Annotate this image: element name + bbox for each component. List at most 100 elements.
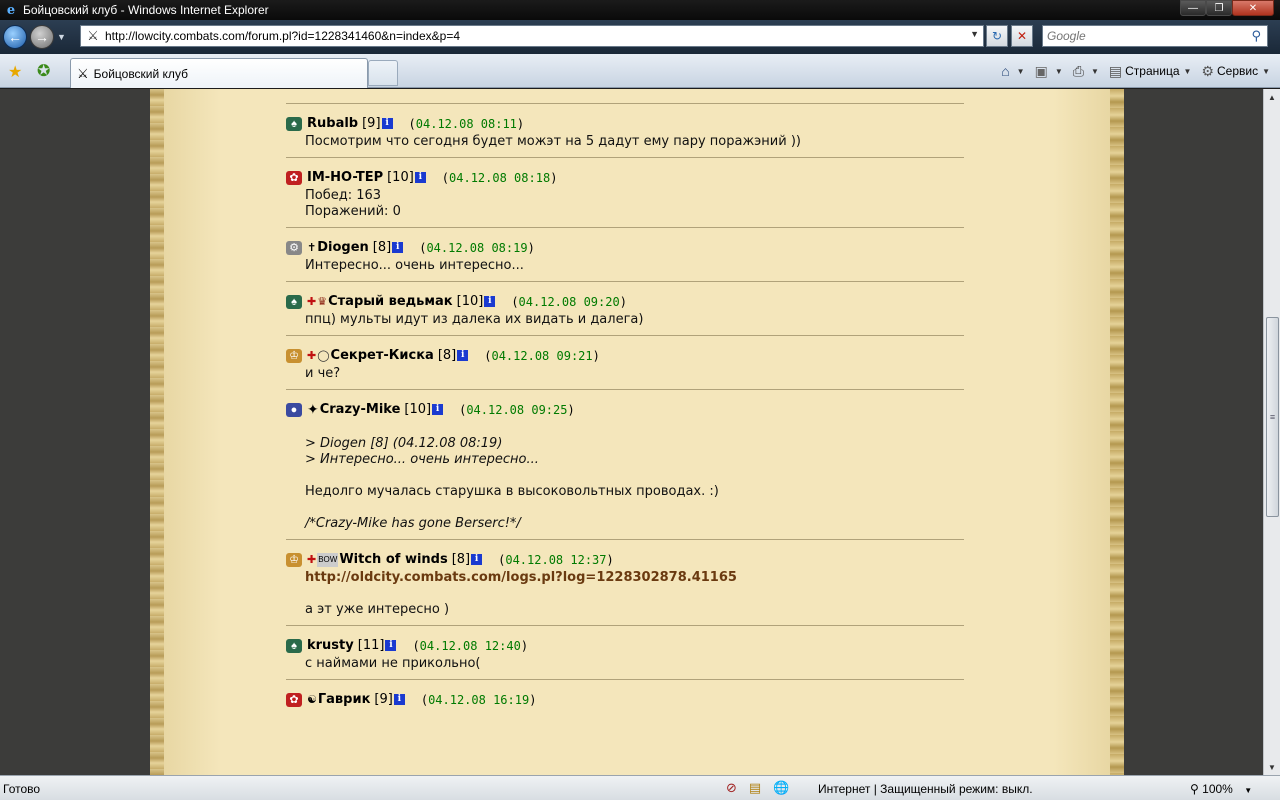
scrollbar-thumb[interactable]: ≡: [1266, 317, 1279, 517]
address-dropdown-icon[interactable]: ▼: [970, 29, 979, 39]
post-author[interactable]: Гаврик: [318, 692, 371, 707]
search-box[interactable]: ⚲: [1042, 25, 1268, 47]
forum-post: ♔ ✚ BOW Witch of winds [8] i (04.12.08 1…: [286, 539, 964, 625]
post-text: и че?: [305, 366, 341, 381]
chevron-down-icon[interactable]: ▼: [1091, 67, 1099, 76]
back-button[interactable]: ←: [3, 25, 27, 49]
page-viewport: ♠ Rubalb [9] i (04.12.08 08:11) Посмотри…: [0, 89, 1263, 775]
search-icon[interactable]: ⚲: [1251, 28, 1261, 44]
address-url[interactable]: http://lowcity.combats.com/forum.pl?id=1…: [105, 29, 460, 43]
post-date: (04.12.08 08:11): [408, 116, 525, 131]
navigation-bar: ← → ▼ ⚔ http://lowcity.combats.com/forum…: [0, 20, 1280, 54]
new-tab-button[interactable]: [368, 60, 398, 86]
window-titlebar: e Бойцовский клуб - Windows Internet Exp…: [0, 0, 1280, 20]
info-icon[interactable]: i: [381, 118, 393, 129]
post-level: [11]: [357, 638, 385, 653]
tab-active[interactable]: ⚔ Бойцовский клуб: [70, 58, 368, 88]
post-author[interactable]: Witch of winds: [339, 552, 447, 567]
security-zone[interactable]: Интернет | Защищенный режим: выкл.: [818, 782, 1033, 796]
post-level: [10]: [404, 402, 432, 417]
info-icon[interactable]: i: [471, 554, 483, 565]
minimize-button[interactable]: —: [1180, 0, 1206, 16]
gear-icon: ⚙: [1201, 62, 1214, 79]
alignment-icon: ♠: [286, 116, 302, 131]
maximize-button[interactable]: ❐: [1206, 0, 1232, 16]
favorites-star-icon[interactable]: ★: [8, 62, 22, 82]
alignment-icon: ♠: [286, 638, 302, 653]
post-text: а эт уже интересно ): [305, 602, 450, 617]
search-input[interactable]: [1047, 29, 1237, 43]
zoom-level[interactable]: ⚲ 100% ▼: [1190, 782, 1252, 796]
post-date: (04.12.08 12:37): [498, 552, 614, 567]
post-date: (04.12.08 16:19): [420, 692, 537, 707]
alignment-icon: ♔: [286, 348, 302, 363]
popup-blocker-icon[interactable]: ⊘: [726, 780, 737, 796]
clan-badge-icon: ✚: [307, 554, 317, 566]
info-icon[interactable]: i: [457, 350, 469, 361]
post-author[interactable]: krusty: [307, 638, 354, 653]
tools-menu-label: Сервис: [1216, 64, 1259, 78]
alignment-icon: ✿: [286, 692, 302, 707]
info-icon[interactable]: i: [392, 242, 404, 253]
bat-badge-icon: ✦: [307, 401, 319, 417]
swords-tab-icon: ⚔: [77, 65, 89, 81]
chevron-down-icon: ▼: [1183, 66, 1192, 76]
post-level: [8]: [372, 240, 392, 255]
info-icon[interactable]: i: [414, 172, 426, 183]
print-button[interactable]: ⎙ ▼: [1073, 63, 1099, 80]
post-text: Побед: 163: [305, 188, 382, 203]
post-link[interactable]: http://oldcity.combats.com/logs.pl?log=1…: [305, 570, 737, 585]
post-level: [10]: [456, 294, 484, 309]
info-icon[interactable]: i: [393, 694, 405, 705]
post-author[interactable]: IM-HO-TEP: [307, 170, 383, 185]
post-signature: /*Crazy-Mike has gone Berserc!*/: [305, 516, 521, 531]
scroll-up-icon[interactable]: ▲: [1264, 89, 1280, 105]
chevron-down-icon[interactable]: ▼: [1244, 786, 1252, 795]
post-level: [10]: [387, 170, 414, 185]
chevron-down-icon[interactable]: ▼: [1017, 67, 1025, 76]
close-window-button[interactable]: ✕: [1232, 0, 1274, 16]
alignment-icon: ♠: [286, 294, 302, 309]
home-button[interactable]: ⌂ ▼: [1001, 63, 1024, 79]
chevron-down-icon: ▼: [1262, 66, 1270, 76]
chevron-down-icon[interactable]: ▼: [1055, 67, 1063, 76]
info-icon[interactable]: i: [385, 640, 397, 651]
status-icons: ⊘ ▤ 🌐: [726, 780, 801, 796]
alignment-icon: ●: [286, 402, 302, 417]
post-text: с наймами не прикольно(: [305, 656, 481, 671]
swords-favicon-icon: ⚔: [87, 28, 99, 43]
refresh-button[interactable]: ↻: [986, 25, 1008, 47]
forum-post: ♠ Rubalb [9] i (04.12.08 08:11) Посмотри…: [286, 103, 964, 157]
security-icon[interactable]: ▤: [749, 780, 761, 796]
forum-post: ♠ krusty [11] i (04.12.08 12:40) с найма…: [286, 625, 964, 679]
forum-posts: ♠ Rubalb [9] i (04.12.08 08:11) Посмотри…: [286, 103, 964, 716]
scroll-down-icon[interactable]: ▼: [1264, 759, 1280, 775]
clan-badge-icon: ✚: [307, 350, 317, 362]
address-bar[interactable]: ⚔ http://lowcity.combats.com/forum.pl?id…: [80, 25, 984, 47]
add-favorites-icon[interactable]: ✪: [37, 61, 50, 81]
guild-badge-icon: BOW: [317, 552, 339, 567]
command-bar: ⌂ ▼ ▣ ▼ ⎙ ▼ ▤ Страница ▼ ⚙ Сервис ▼: [991, 60, 1270, 82]
post-author[interactable]: Rubalb: [307, 116, 358, 131]
post-author[interactable]: Crazy-Mike: [320, 402, 401, 417]
vertical-scrollbar[interactable]: ▲ ≡ ▼: [1263, 89, 1280, 775]
info-icon[interactable]: i: [432, 404, 444, 415]
stop-icon: ✕: [1016, 29, 1028, 43]
page-menu-button[interactable]: ▤ Страница ▼: [1109, 63, 1192, 80]
stop-button[interactable]: ✕: [1011, 25, 1033, 47]
post-author[interactable]: Diogen: [317, 240, 369, 255]
post-date: (04.12.08 09:21): [484, 348, 600, 363]
info-icon[interactable]: i: [484, 296, 496, 307]
feeds-button[interactable]: ▣ ▼: [1035, 63, 1063, 80]
post-author[interactable]: Секрет-Киска: [331, 348, 434, 363]
forum-post: ♔ ✚ ◯ Секрет-Киска [8] i (04.12.08 09:21…: [286, 335, 964, 389]
cross-badge-icon: ✝: [307, 242, 317, 254]
post-author[interactable]: Старый ведьмак: [328, 294, 453, 309]
zoom-icon: ⚲: [1190, 782, 1199, 796]
forum-post: ♠ ✚ ♛ Старый ведьмак [10] i (04.12.08 09…: [286, 281, 964, 335]
forward-button[interactable]: →: [30, 25, 54, 49]
tools-menu-button[interactable]: ⚙ Сервис ▼: [1201, 63, 1270, 80]
post-text: Поражений: 0: [305, 204, 401, 219]
history-dropdown-icon[interactable]: ▼: [57, 32, 66, 42]
status-text: Готово: [3, 782, 41, 796]
